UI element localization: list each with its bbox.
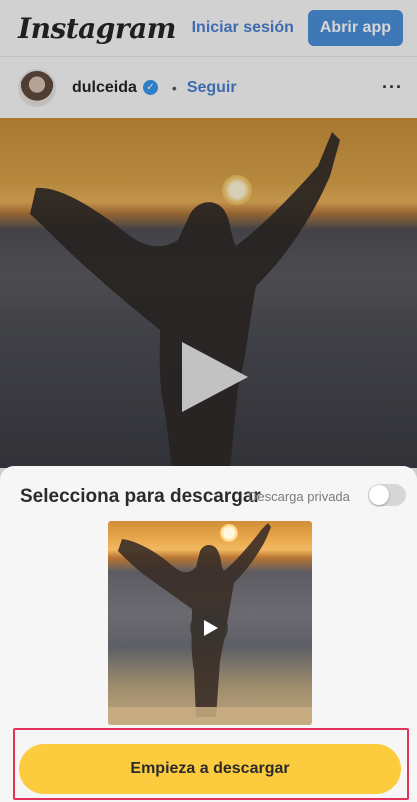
thumbnail-play-icon[interactable] bbox=[189, 608, 229, 648]
sheet-title: Selecciona para descargar bbox=[20, 486, 261, 507]
private-download-label: Descarga privada bbox=[248, 489, 350, 504]
video-thumbnail[interactable] bbox=[108, 521, 312, 725]
start-download-button[interactable]: Empieza a descargar bbox=[19, 744, 401, 794]
private-download-toggle[interactable] bbox=[368, 484, 406, 506]
toggle-knob bbox=[369, 485, 389, 505]
